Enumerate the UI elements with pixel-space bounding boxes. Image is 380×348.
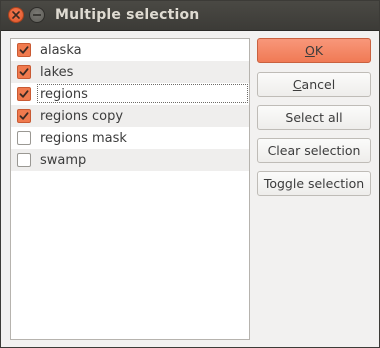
close-icon [12,11,20,19]
list-item[interactable]: regions mask [11,127,249,149]
minimize-window-button[interactable] [29,7,45,23]
checkbox-checked[interactable] [17,109,31,123]
list-item[interactable]: regions copy [11,105,249,127]
minimize-icon [33,14,41,16]
ok-mnemonic: O [304,43,315,58]
cancel-button[interactable]: Cancel [257,72,371,97]
list-item[interactable]: lakes [11,61,249,83]
layer-list[interactable]: alaska lakes regions regions copy region… [10,38,250,340]
ok-button[interactable]: OK [257,38,371,63]
checkbox-unchecked[interactable] [17,153,31,167]
multiple-selection-dialog: Multiple selection alaska lakes regions … [0,0,380,348]
list-item-label: regions [40,87,88,102]
toggle-selection-button[interactable]: Toggle selection [257,171,371,196]
cancel-label-rest: ancel [301,77,336,92]
list-item-label: swamp [40,153,87,168]
window-title: Multiple selection [55,7,200,23]
clear-selection-button[interactable]: Clear selection [257,138,371,163]
checkbox-checked[interactable] [17,43,31,57]
checkmark-icon [19,68,29,76]
list-item-label: lakes [40,65,74,80]
title-bar: Multiple selection [1,1,379,31]
checkbox-checked[interactable] [17,87,31,101]
list-item[interactable]: swamp [11,149,249,171]
list-item[interactable]: alaska [11,39,249,61]
checkbox-checked[interactable] [17,65,31,79]
list-item-label: regions copy [40,109,124,124]
select-all-button[interactable]: Select all [257,105,371,130]
checkbox-unchecked[interactable] [17,131,31,145]
ok-label-rest: K [314,43,324,58]
cancel-mnemonic: C [292,77,302,92]
checkmark-icon [19,90,29,98]
checkmark-icon [19,112,29,120]
list-item-label: alaska [40,43,82,58]
close-window-button[interactable] [8,7,24,23]
list-item-label: regions mask [40,131,127,146]
list-item-focused[interactable]: regions [11,83,249,105]
checkmark-icon [19,46,29,54]
